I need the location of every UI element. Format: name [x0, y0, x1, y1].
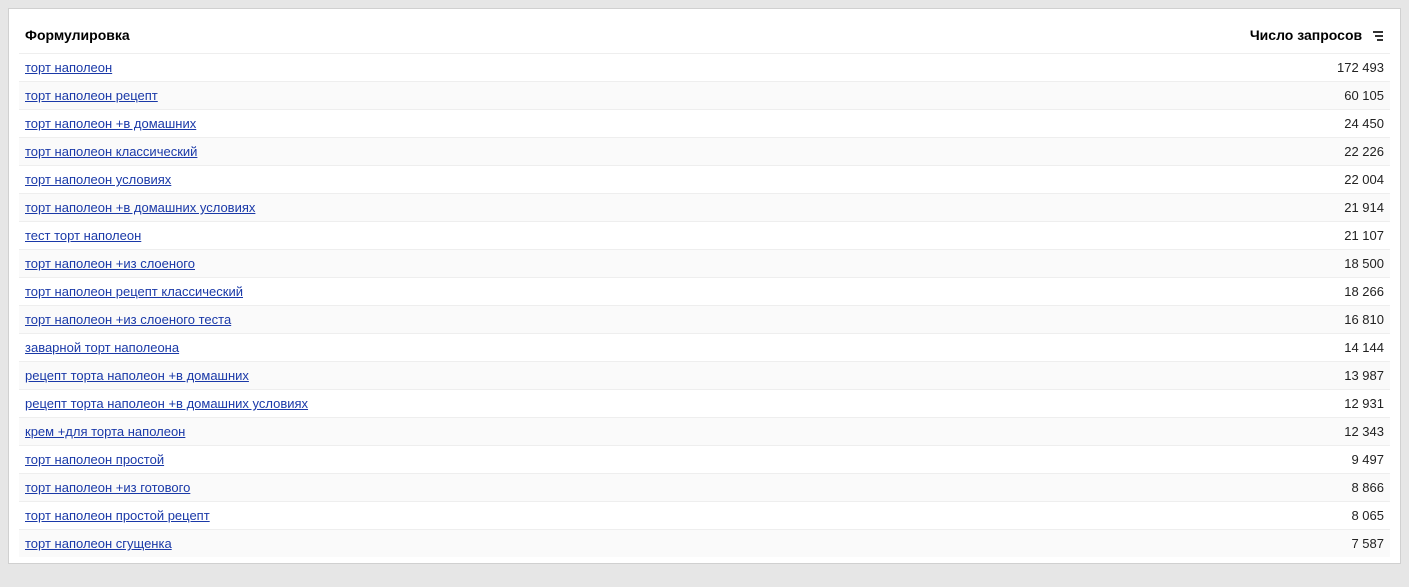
query-cell: торт наполеон простой — [19, 446, 1240, 474]
table-row: торт наполеон рецепт классический 18 266 — [19, 278, 1390, 306]
table-row: торт наполеон +в домашних 24 450 — [19, 110, 1390, 138]
count-cell: 16 810 — [1240, 306, 1390, 334]
table-row: крем +для торта наполеон 12 343 — [19, 418, 1390, 446]
query-cell: рецепт торта наполеон +в домашних услови… — [19, 390, 1240, 418]
query-cell: торт наполеон рецепт — [19, 82, 1240, 110]
query-cell: торт наполеон классический — [19, 138, 1240, 166]
query-cell: торт наполеон условиях — [19, 166, 1240, 194]
table-row: торт наполеон +из готового 8 866 — [19, 474, 1390, 502]
query-link[interactable]: торт наполеон +в домашних — [25, 116, 196, 131]
count-cell: 13 987 — [1240, 362, 1390, 390]
column-header-count-label: Число запросов — [1250, 27, 1362, 43]
query-link[interactable]: рецепт торта наполеон +в домашних — [25, 368, 249, 383]
count-cell: 18 500 — [1240, 250, 1390, 278]
column-header-count[interactable]: Число запросов — [1240, 19, 1390, 54]
query-link[interactable]: рецепт торта наполеон +в домашних услови… — [25, 396, 308, 411]
query-cell: торт наполеон +из слоеного — [19, 250, 1240, 278]
table-row: заварной торт наполеона 14 144 — [19, 334, 1390, 362]
query-link[interactable]: тест торт наполеон — [25, 228, 141, 243]
table-row: торт наполеон 172 493 — [19, 54, 1390, 82]
query-cell: крем +для торта наполеон — [19, 418, 1240, 446]
count-cell: 60 105 — [1240, 82, 1390, 110]
query-cell: торт наполеон +в домашних — [19, 110, 1240, 138]
query-link[interactable]: торт наполеон условиях — [25, 172, 171, 187]
count-cell: 12 931 — [1240, 390, 1390, 418]
count-cell: 9 497 — [1240, 446, 1390, 474]
table-row: торт наполеон простой 9 497 — [19, 446, 1390, 474]
count-cell: 22 226 — [1240, 138, 1390, 166]
query-link[interactable]: торт наполеон +из слоеного — [25, 256, 195, 271]
table-row: рецепт торта наполеон +в домашних услови… — [19, 390, 1390, 418]
query-cell: заварной торт наполеона — [19, 334, 1240, 362]
query-link[interactable]: торт наполеон простой рецепт — [25, 508, 210, 523]
query-link[interactable]: торт наполеон — [25, 60, 112, 75]
table-row: торт наполеон +из слоеного 18 500 — [19, 250, 1390, 278]
query-link[interactable]: торт наполеон сгущенка — [25, 536, 172, 551]
table-row: торт наполеон классический 22 226 — [19, 138, 1390, 166]
query-link[interactable]: крем +для торта наполеон — [25, 424, 185, 439]
table-row: торт наполеон простой рецепт 8 065 — [19, 502, 1390, 530]
table-row: торт наполеон рецепт 60 105 — [19, 82, 1390, 110]
query-cell: торт наполеон — [19, 54, 1240, 82]
query-cell: торт наполеон простой рецепт — [19, 502, 1240, 530]
count-cell: 12 343 — [1240, 418, 1390, 446]
table-row: торт наполеон условиях 22 004 — [19, 166, 1390, 194]
query-link[interactable]: торт наполеон классический — [25, 144, 197, 159]
query-link[interactable]: заварной торт наполеона — [25, 340, 179, 355]
count-cell: 172 493 — [1240, 54, 1390, 82]
query-link[interactable]: торт наполеон рецепт классический — [25, 284, 243, 299]
query-link[interactable]: торт наполеон простой — [25, 452, 164, 467]
query-cell: рецепт торта наполеон +в домашних — [19, 362, 1240, 390]
count-cell: 22 004 — [1240, 166, 1390, 194]
table-row: торт наполеон сгущенка 7 587 — [19, 530, 1390, 558]
count-cell: 21 914 — [1240, 194, 1390, 222]
query-link[interactable]: торт наполеон +из готового — [25, 480, 190, 495]
query-cell: торт наполеон +в домашних условиях — [19, 194, 1240, 222]
count-cell: 21 107 — [1240, 222, 1390, 250]
count-cell: 14 144 — [1240, 334, 1390, 362]
table-row: торт наполеон +из слоеного теста 16 810 — [19, 306, 1390, 334]
table-row: тест торт наполеон 21 107 — [19, 222, 1390, 250]
query-cell: торт наполеон сгущенка — [19, 530, 1240, 558]
table-row: рецепт торта наполеон +в домашних 13 987 — [19, 362, 1390, 390]
count-cell: 8 065 — [1240, 502, 1390, 530]
count-cell: 24 450 — [1240, 110, 1390, 138]
query-cell: торт наполеон +из слоеного теста — [19, 306, 1240, 334]
count-cell: 7 587 — [1240, 530, 1390, 558]
query-link[interactable]: торт наполеон +из слоеного теста — [25, 312, 231, 327]
table-panel: Формулировка Число запросов торт наполео… — [8, 8, 1401, 564]
keywords-table: Формулировка Число запросов торт наполео… — [19, 19, 1390, 557]
query-link[interactable]: торт наполеон +в домашних условиях — [25, 200, 255, 215]
query-cell: торт наполеон +из готового — [19, 474, 1240, 502]
column-header-query[interactable]: Формулировка — [19, 19, 1240, 54]
sort-desc-icon — [1372, 30, 1384, 42]
table-row: торт наполеон +в домашних условиях 21 914 — [19, 194, 1390, 222]
count-cell: 8 866 — [1240, 474, 1390, 502]
count-cell: 18 266 — [1240, 278, 1390, 306]
query-cell: тест торт наполеон — [19, 222, 1240, 250]
query-link[interactable]: торт наполеон рецепт — [25, 88, 158, 103]
query-cell: торт наполеон рецепт классический — [19, 278, 1240, 306]
